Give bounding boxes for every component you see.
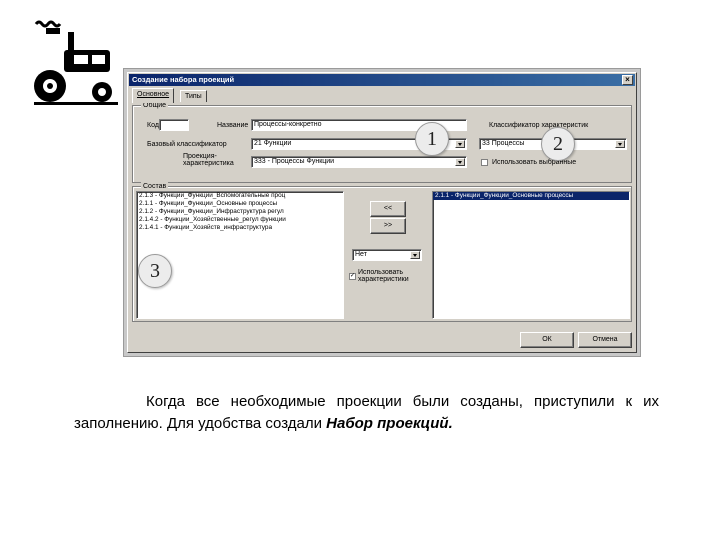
name-label: Название <box>217 122 249 129</box>
caption-paragraph: Когда все необходимые проекции были созд… <box>74 391 659 435</box>
move-right-button[interactable]: >> <box>370 218 406 234</box>
tractor-logo-icon <box>34 20 118 105</box>
chevron-down-icon[interactable] <box>455 140 465 148</box>
close-button[interactable]: × <box>622 75 633 85</box>
use-characteristics-checkbox[interactable]: ✓ <box>349 273 356 280</box>
use-selected-label: Использовать выбранные <box>492 159 577 166</box>
chevron-down-icon[interactable] <box>615 140 625 148</box>
tab-types[interactable]: Типы <box>180 90 207 102</box>
use-selected-checkbox[interactable] <box>481 159 488 166</box>
list-item[interactable]: 2.1.4.2 - Функции_Хозяйственные_регул фу… <box>137 216 343 224</box>
projection-char-value: 333 - Процессы Функции <box>254 158 335 165</box>
base-classifier-label: Базовый классификатор <box>147 141 227 148</box>
create-projection-set-dialog: Создание набора проекций × Основное Типы… <box>127 72 637 353</box>
char-classifier-label: Классификатор характеристик <box>489 122 589 129</box>
code-input[interactable] <box>159 119 189 131</box>
code-label: Код <box>147 122 159 129</box>
list-item[interactable]: 2.1.3 - Функции_Функции_Вспомогательные … <box>137 192 343 200</box>
list-item[interactable]: 2.1.4.1 - Функции_Хозяйств_инфраструктур… <box>137 224 343 232</box>
chevron-down-icon[interactable] <box>410 251 420 259</box>
cancel-button[interactable]: Отмена <box>578 332 632 348</box>
tab-general[interactable]: Основное <box>132 88 175 103</box>
chevron-down-icon[interactable] <box>455 158 465 166</box>
list-item[interactable]: 2.1.2 - Функции_Функции_Инфраструктура р… <box>137 208 343 216</box>
content-group-title: Состав <box>141 182 169 191</box>
callout-marker-1: 1 <box>415 122 449 156</box>
list-item[interactable]: 2.1.1 - Функции_Функции_Основные процесс… <box>433 192 629 200</box>
projection-char-label: Проекция-характеристика <box>183 153 234 167</box>
screenshot-frame: Создание набора проекций × Основное Типы… <box>123 68 641 357</box>
char-classifier-value: 33 Процессы <box>482 140 525 147</box>
base-classifier-value: 21 Функции <box>254 140 292 147</box>
use-characteristics-label: Использовать характеристики <box>358 269 409 283</box>
available-projections-list[interactable]: 2.1.3 - Функции_Функции_Вспомогательные … <box>136 191 344 319</box>
type-select[interactable]: Нет <box>352 249 422 261</box>
callout-marker-2: 2 <box>541 127 575 161</box>
content-group: Состав 2.1.3 - Функции_Функции_Вспомогат… <box>132 182 632 322</box>
type-select-value: Нет <box>355 251 367 258</box>
list-item[interactable]: 2.1.1 - Функции_Функции_Основные процесс… <box>137 200 343 208</box>
dialog-titlebar[interactable]: Создание набора проекций × <box>129 74 635 86</box>
transfer-panel: << >> Нет ✓ Использовать характеристики <box>344 191 432 319</box>
move-left-button[interactable]: << <box>370 201 406 217</box>
ok-button[interactable]: ОК <box>520 332 574 348</box>
projection-char-select[interactable]: 333 - Процессы Функции <box>251 156 467 168</box>
selected-projections-list[interactable]: 2.1.1 - Функции_Функции_Основные процесс… <box>432 191 630 319</box>
callout-marker-3: 3 <box>138 254 172 288</box>
dialog-title: Создание набора проекций <box>132 75 235 84</box>
caption-emphasis: Набор проекций. <box>326 415 453 432</box>
